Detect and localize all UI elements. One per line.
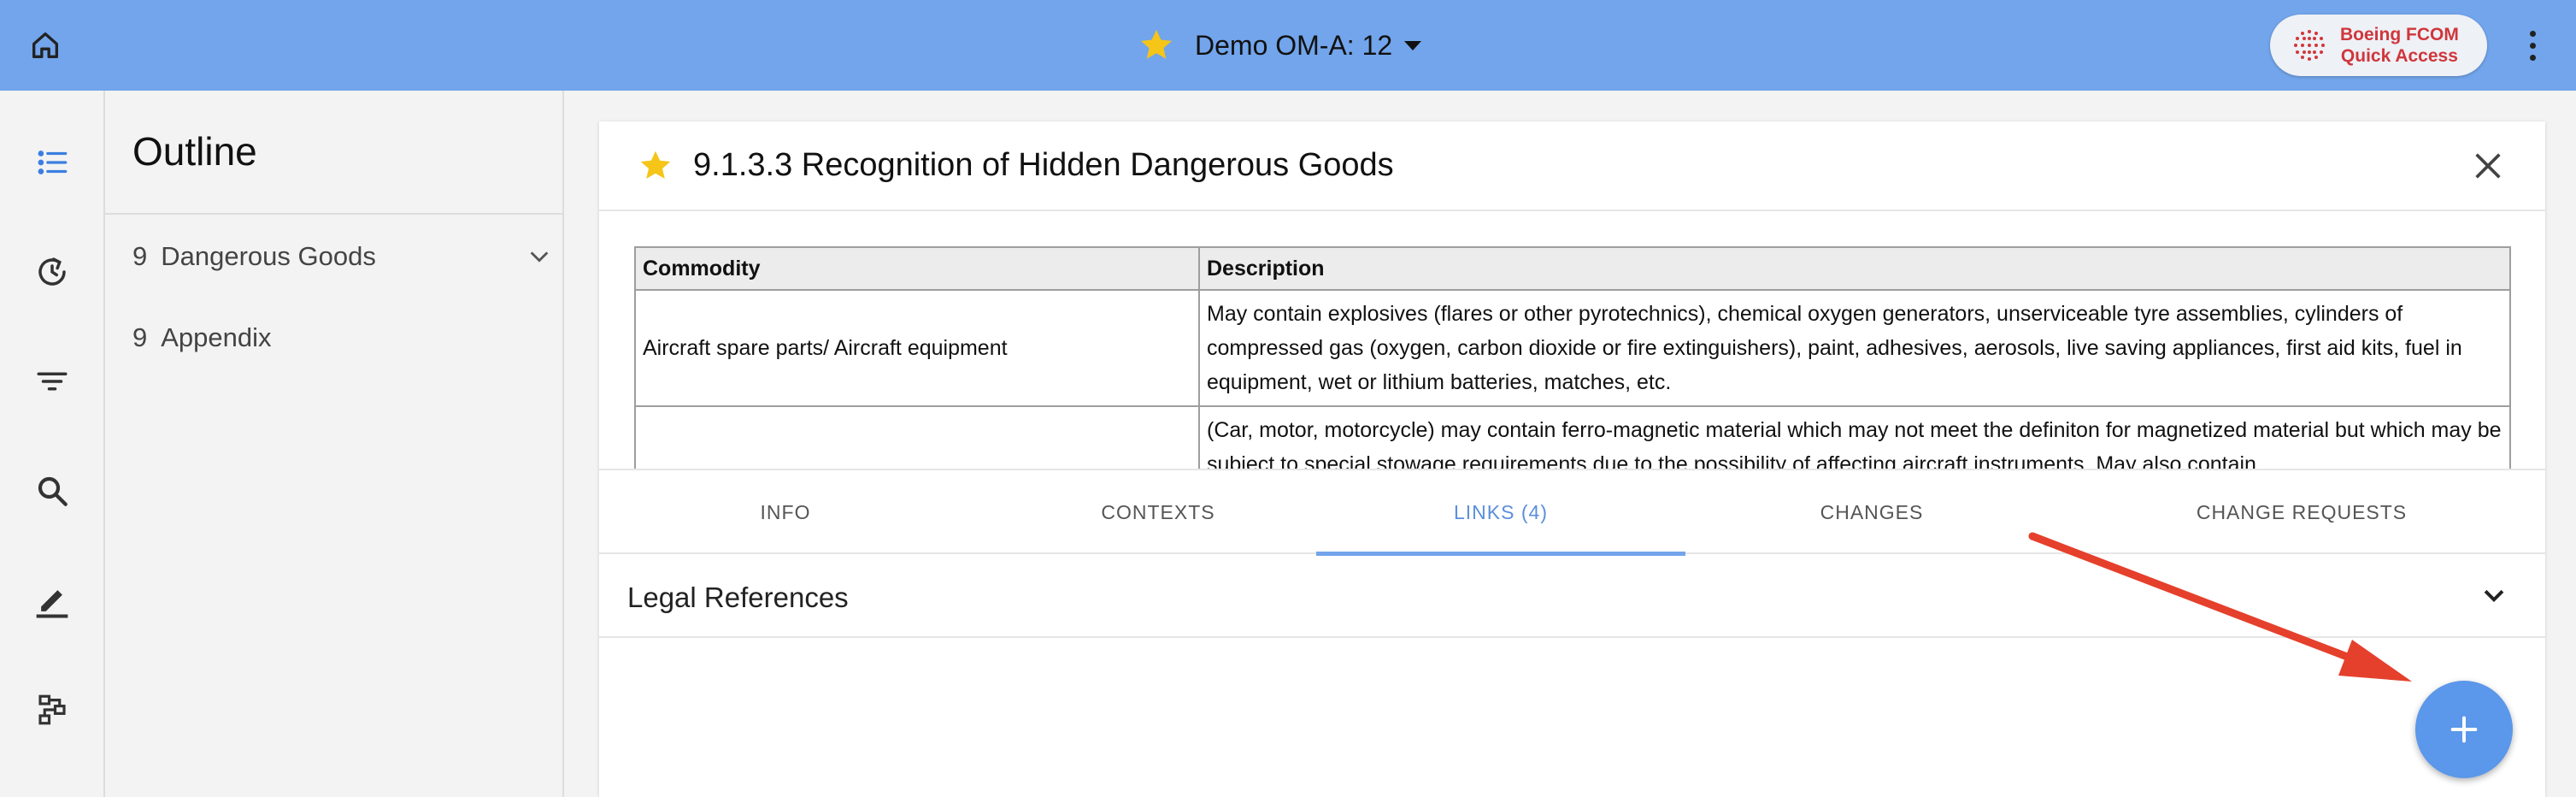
- detail-tabs: INFO CONTEXTS LINKS (4) CHANGES CHANGE R…: [599, 469, 2545, 556]
- table-row: Aircraft spare parts/ Aircraft equipment…: [634, 289, 2511, 407]
- tab-info[interactable]: INFO: [599, 470, 972, 554]
- outline-divider: [105, 213, 562, 215]
- nav-rail: [0, 91, 105, 797]
- more-vert-icon: [2529, 30, 2536, 37]
- outline-item-dangerous-goods[interactable]: 9 Dangerous Goods: [132, 231, 551, 282]
- tab-change-requests[interactable]: CHANGE REQUESTS: [2058, 470, 2545, 554]
- outline-item-label: Appendix: [161, 322, 272, 352]
- add-link-button[interactable]: [2415, 681, 2513, 778]
- document-title: Demo OM-A: 12: [1195, 29, 1393, 61]
- edit-nav-button[interactable]: [26, 574, 79, 627]
- column-header-commodity: Commodity: [634, 246, 1200, 291]
- fcom-quick-access-button[interactable]: Boeing FCOM Quick Access: [2270, 15, 2487, 76]
- history-icon: [38, 257, 66, 286]
- app-header: Demo OM-A: 12 Boeing FCOM Quick Access: [0, 0, 2576, 91]
- fcom-label: Boeing FCOM Quick Access: [2340, 25, 2459, 66]
- filter-nav-button[interactable]: [26, 355, 79, 408]
- document-selector[interactable]: Demo OM-A: 12: [1137, 19, 1422, 72]
- filter-icon: [37, 372, 68, 391]
- tab-changes[interactable]: CHANGES: [1685, 470, 2058, 554]
- outline-title: Outline: [132, 129, 257, 174]
- history-nav-button[interactable]: [26, 245, 79, 298]
- toc-icon: [38, 151, 68, 174]
- section-title: 9.1.3.3 Recognition of Hidden Dangerous …: [693, 147, 1394, 183]
- plus-icon: [2450, 716, 2478, 743]
- home-icon: [32, 32, 59, 59]
- column-header-description: Description: [1198, 246, 2511, 291]
- home-button[interactable]: [19, 19, 72, 72]
- tab-links[interactable]: LINKS (4): [1316, 470, 1685, 556]
- workflow-icon: [38, 694, 66, 725]
- table-cell-commodity: Aircraft spare parts/ Aircraft equipment: [634, 289, 1200, 407]
- edit-icon: [36, 590, 68, 618]
- caret-down-icon: [1404, 40, 1422, 50]
- boeing-logo-icon: [2294, 30, 2325, 61]
- outline-panel: Outline 9 Dangerous Goods 9 Appendix: [105, 91, 564, 797]
- outline-item-number: 9: [132, 241, 148, 271]
- legal-references-section[interactable]: Legal References: [599, 554, 2545, 638]
- hidden-goods-table: Commodity Description Aircraft spare par…: [634, 246, 2511, 489]
- legal-references-label: Legal References: [627, 582, 849, 613]
- table-header-row: Commodity Description: [634, 246, 2511, 291]
- outline-item-appendix[interactable]: 9 Appendix: [132, 312, 551, 363]
- favorite-star-icon[interactable]: [637, 147, 674, 185]
- search-icon: [38, 476, 68, 506]
- more-options-button[interactable]: [2520, 24, 2545, 67]
- chevron-down-icon[interactable]: [527, 245, 551, 269]
- search-nav-button[interactable]: [26, 464, 79, 517]
- star-icon: [1140, 29, 1173, 59]
- outline-nav-button[interactable]: [26, 136, 79, 189]
- outline-item-number: 9: [132, 322, 148, 352]
- chevron-down-icon: [2484, 589, 2504, 603]
- document-header: 9.1.3.3 Recognition of Hidden Dangerous …: [599, 121, 2545, 211]
- workflow-nav-button[interactable]: [26, 683, 79, 736]
- close-icon[interactable]: [2471, 149, 2505, 183]
- document-card: 9.1.3.3 Recognition of Hidden Dangerous …: [599, 121, 2545, 797]
- table-cell-description: May contain explosives (flares or other …: [1198, 289, 2511, 407]
- outline-item-label: Dangerous Goods: [161, 241, 376, 271]
- tab-contexts[interactable]: CONTEXTS: [972, 470, 1344, 554]
